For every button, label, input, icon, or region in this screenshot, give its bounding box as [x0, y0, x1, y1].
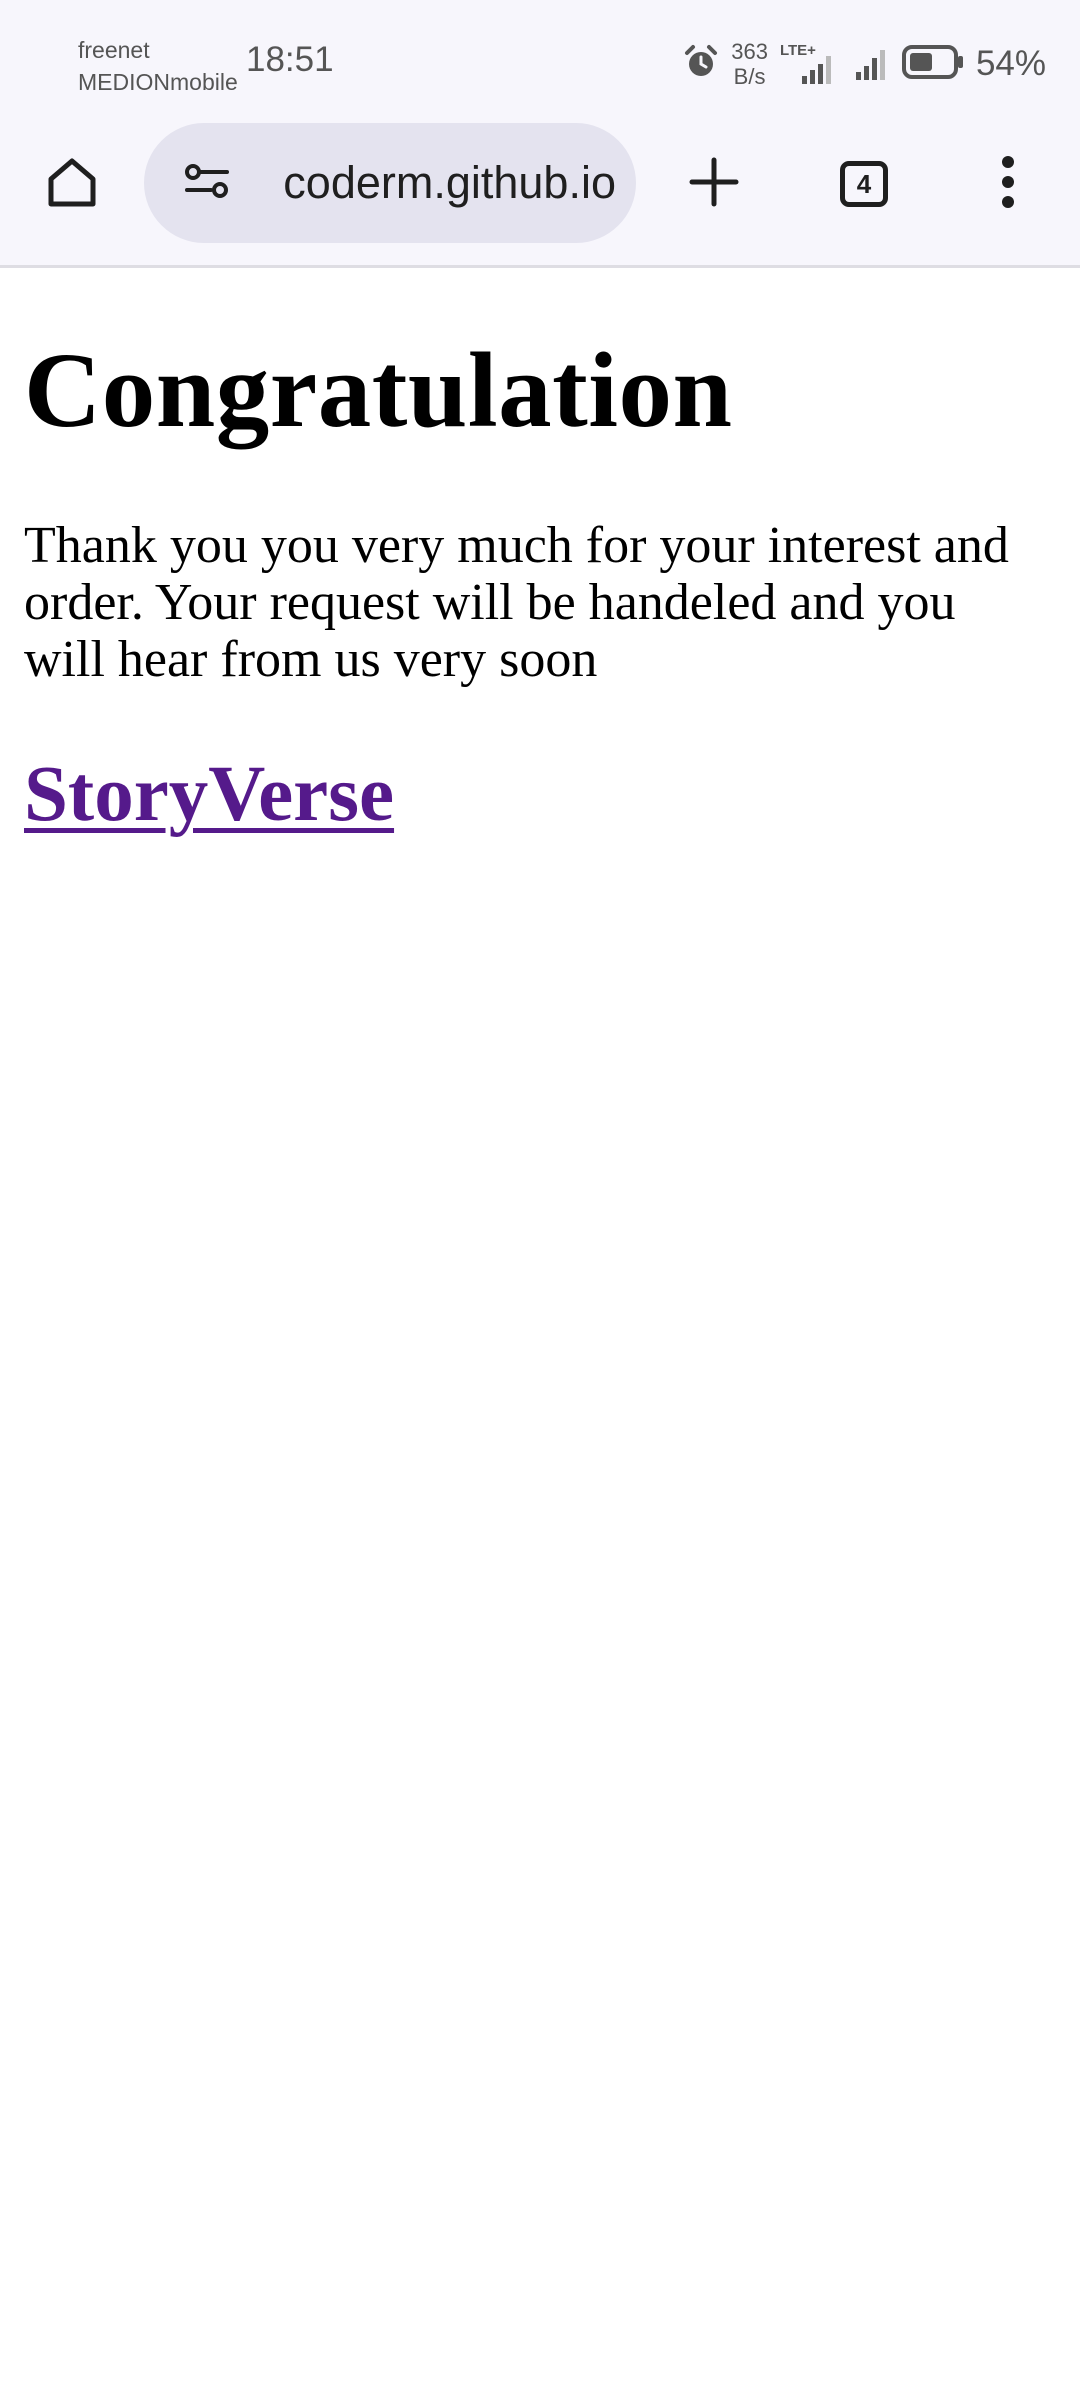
more-menu-button[interactable]: [966, 142, 1050, 226]
home-icon: [44, 154, 100, 214]
page-message: Thank you you very much for your interes…: [24, 517, 1009, 689]
battery-percent: 54%: [975, 44, 1046, 83]
carrier-line-1: freenet: [78, 37, 150, 63]
storyverse-link[interactable]: StoryVerse: [24, 750, 394, 840]
new-tab-button[interactable]: [672, 142, 756, 226]
plus-icon: [688, 156, 740, 212]
net-speed: 363 B/s: [731, 39, 768, 89]
carrier-line-2: MEDIONmobile: [78, 69, 238, 95]
battery-icon: [901, 44, 964, 85]
site-settings-icon: [183, 161, 233, 205]
home-button[interactable]: [30, 142, 114, 226]
status-time: 18:51: [246, 40, 334, 79]
page-content: Congratulation Thank you you very much f…: [24, 268, 1054, 840]
browser-chrome: freenet MEDIONmobile 18:51 363 B/s LTE+: [0, 0, 1080, 268]
status-icons: 363 B/s LTE+ 54%: [683, 36, 1046, 92]
address-bar[interactable]: coderm.github.io: [144, 123, 636, 243]
net-speed-value: 363: [731, 39, 768, 64]
signal-icon: [854, 42, 890, 87]
url-text: coderm.github.io: [283, 157, 616, 208]
tab-switcher-button[interactable]: 4: [822, 142, 906, 226]
lte-signal-icon: LTE+: [780, 40, 842, 88]
url-field[interactable]: coderm.github.io: [244, 123, 616, 243]
alarm-icon: [683, 44, 719, 85]
tab-count: 4: [856, 168, 872, 199]
carrier-name: freenet MEDIONmobile: [78, 34, 238, 98]
net-speed-unit: B/s: [733, 64, 766, 89]
more-vert-icon: [998, 154, 1018, 214]
site-settings-button[interactable]: [166, 141, 250, 225]
tabs-icon: 4: [840, 161, 888, 207]
page-title: Congratulation: [24, 332, 733, 450]
